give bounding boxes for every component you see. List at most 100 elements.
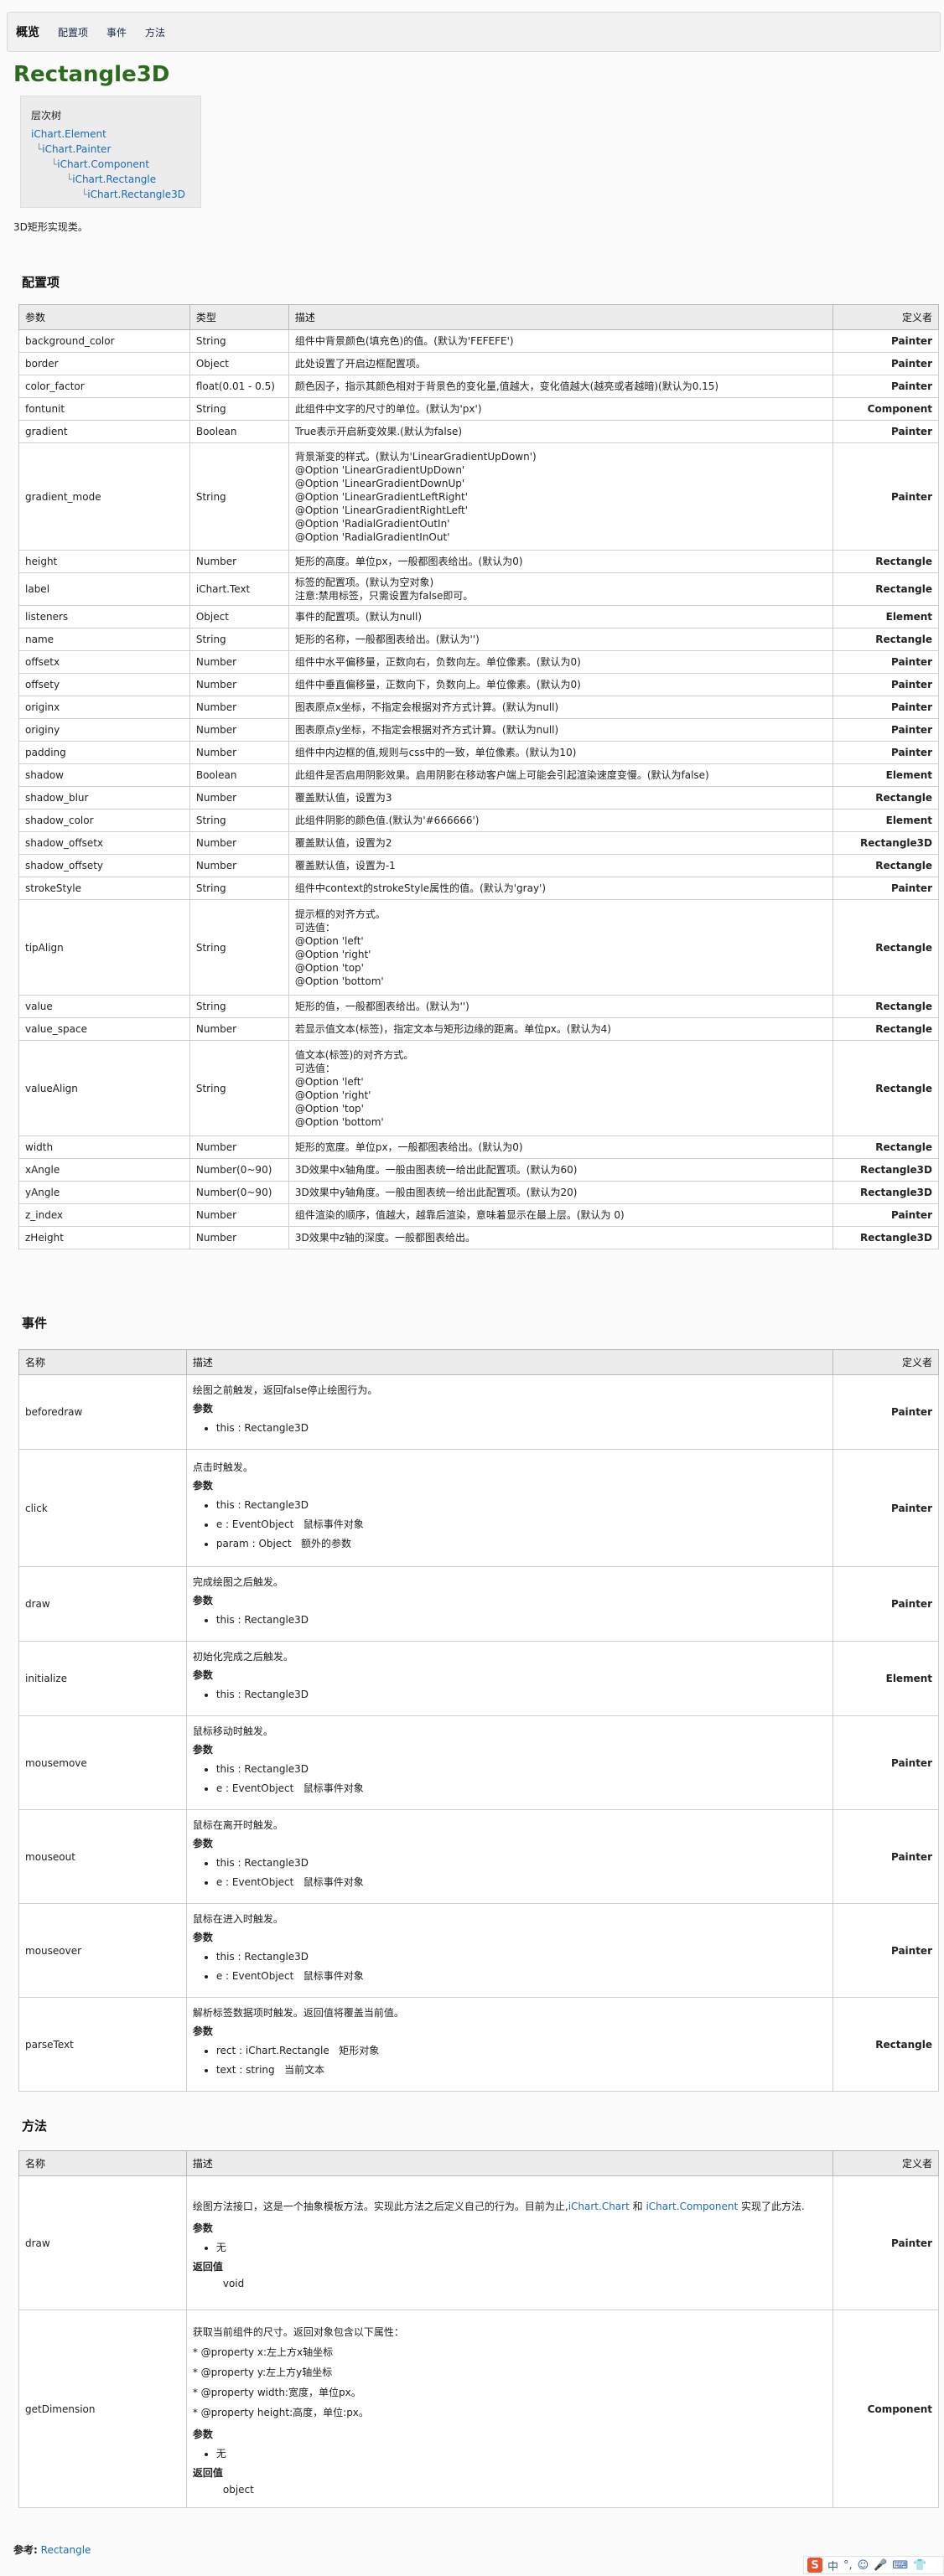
config-definer[interactable]: Painter: [832, 696, 939, 719]
params-label: 参数: [192, 1595, 213, 1606]
nav-overview[interactable]: 概览: [16, 23, 39, 40]
config-type: String: [189, 329, 289, 353]
config-definer[interactable]: Rectangle3D: [832, 1158, 939, 1182]
event-definer[interactable]: Painter: [832, 1715, 939, 1810]
method-name: getDimension: [18, 2310, 187, 2508]
event-row: mouseover 鼠标在进入时触发。参数this : Rectangle3D e …: [18, 1903, 939, 1998]
config-definer[interactable]: Rectangle: [832, 1040, 939, 1136]
config-definer[interactable]: Rectangle: [832, 1135, 939, 1159]
hierarchy-link-painter[interactable]: iChart.Painter: [42, 143, 111, 155]
config-definer[interactable]: Rectangle: [832, 550, 939, 573]
config-definer[interactable]: Element: [832, 763, 939, 787]
config-param-name: gradient_mode: [18, 442, 190, 551]
params-label: 参数: [192, 2025, 213, 2037]
config-row: shadow_offsetx Number 覆盖默认值，设置为2 Rectangle3…: [18, 831, 939, 855]
config-definer[interactable]: Painter: [832, 420, 939, 443]
see-also-link[interactable]: Rectangle: [41, 2544, 91, 2556]
component-class-link[interactable]: iChart.Component: [646, 2201, 738, 2212]
config-definer[interactable]: Rectangle: [832, 628, 939, 651]
config-type: float(0.01 - 0.5): [189, 375, 289, 398]
ime-toolbar[interactable]: S 中 °, ☺ 🎤 ⌨ 👕: [803, 2556, 944, 2574]
methods-table: 名称 描述 定义者 draw 绘图方法接口，这是一个抽象模板方法。实现此方法之后定…: [18, 2150, 939, 2508]
config-definer[interactable]: Rectangle: [832, 572, 939, 606]
hierarchy-link-rectangle[interactable]: iChart.Rectangle: [72, 173, 156, 185]
config-param-name: label: [18, 572, 190, 606]
col-header-desc: 描述: [185, 1349, 834, 1375]
method-definer[interactable]: Component: [832, 2310, 939, 2508]
method-name: draw: [18, 2175, 187, 2310]
keyboard-icon[interactable]: ⌨: [892, 2559, 908, 2572]
config-definer[interactable]: Rectangle: [832, 786, 939, 810]
event-definer[interactable]: Painter: [832, 1449, 939, 1567]
config-definer[interactable]: Painter: [832, 650, 939, 674]
config-row: valueAlign String 值文本(标签)的对齐方式。 可选值： @Opti…: [18, 1040, 939, 1136]
event-definer[interactable]: Painter: [832, 1809, 939, 1904]
ime-lang-label[interactable]: 中: [827, 2558, 838, 2573]
config-description: 若显示值文本(标签)，指定文本与矩形边缘的距离。单位px。(默认为4): [288, 1017, 834, 1041]
config-definer[interactable]: Rectangle3D: [832, 1226, 939, 1249]
config-definer[interactable]: Painter: [832, 741, 939, 764]
config-type: String: [189, 397, 289, 421]
config-param-name: offsetx: [18, 650, 190, 674]
event-description: 解析标签数据项时触发。返回值将覆盖当前值。参数rect : iChart.Rec…: [185, 1997, 834, 2092]
event-summary: 鼠标移动时触发。: [192, 1725, 273, 1737]
microphone-icon[interactable]: 🎤: [874, 2559, 887, 2572]
event-summary: 绘图之前触发，返回false停止绘图行为。: [192, 1384, 378, 1396]
nav-config[interactable]: 配置项: [58, 25, 88, 39]
config-definer[interactable]: Painter: [832, 375, 939, 398]
config-definer[interactable]: Rectangle3D: [832, 1181, 939, 1204]
event-summary: 点击时触发。: [192, 1461, 253, 1473]
config-type: String: [189, 628, 289, 651]
config-param-name: listeners: [18, 605, 190, 628]
nav-methods[interactable]: 方法: [145, 25, 165, 39]
config-definer[interactable]: Painter: [832, 442, 939, 551]
shirt-icon[interactable]: 👕: [913, 2559, 926, 2572]
config-definer[interactable]: Rectangle: [832, 854, 939, 877]
hierarchy-link-rectangle3d[interactable]: iChart.Rectangle3D: [87, 189, 185, 200]
config-row: shadow_offsety Number 覆盖默认值，设置为-1 Rectangle: [18, 854, 939, 877]
config-row: offsetx Number 组件中水平偏移量，正数向右，负数向左。单位像素。(默认…: [18, 650, 939, 674]
method-summary-text: 和: [629, 2200, 646, 2212]
hierarchy-link-element[interactable]: iChart.Element: [31, 128, 106, 140]
event-definer[interactable]: Painter: [832, 1374, 939, 1450]
config-definer[interactable]: Painter: [832, 1203, 939, 1227]
config-definer[interactable]: Painter: [832, 718, 939, 742]
emoji-icon[interactable]: ☺: [858, 2559, 869, 2572]
nav-events[interactable]: 事件: [106, 25, 127, 39]
config-definer[interactable]: Painter: [832, 352, 939, 375]
punctuation-icon[interactable]: °,: [843, 2559, 853, 2572]
config-row: offsety Number 组件中垂直偏移量，正数向下，负数向上。单位像素。(默认…: [18, 673, 939, 696]
config-param-name: originy: [18, 718, 190, 742]
col-header-type: 类型: [189, 304, 289, 330]
config-param-name: width: [18, 1135, 190, 1159]
config-definer[interactable]: Rectangle3D: [832, 831, 939, 855]
config-definer[interactable]: Element: [832, 809, 939, 832]
config-type: Number: [189, 1135, 289, 1159]
event-definer[interactable]: Rectangle: [832, 1997, 939, 2092]
config-type: Number: [189, 831, 289, 855]
chart-class-link[interactable]: iChart.Chart: [568, 2201, 630, 2212]
method-definer[interactable]: Painter: [832, 2175, 939, 2310]
config-definer[interactable]: Element: [832, 605, 939, 628]
config-param-name: height: [18, 550, 190, 573]
config-param-name: valueAlign: [18, 1040, 190, 1136]
config-description: 组件中背景颜色(填充色)的值。(默认为'FEFEFE'): [288, 329, 834, 353]
config-definer[interactable]: Painter: [832, 329, 939, 353]
config-param-name: shadow_offsety: [18, 854, 190, 877]
event-definer[interactable]: Element: [832, 1641, 939, 1716]
config-row: name String 矩形的名称，一般都图表给出。(默认为'') Rectangle: [18, 628, 939, 651]
config-definer[interactable]: Component: [832, 397, 939, 421]
event-definer[interactable]: Painter: [832, 1566, 939, 1642]
config-definer[interactable]: Painter: [832, 673, 939, 696]
config-row: width Number 矩形的宽度。单位px，一般都图表给出。(默认为0) Rect…: [18, 1135, 939, 1159]
event-definer[interactable]: Painter: [832, 1903, 939, 1998]
config-definer[interactable]: Rectangle: [832, 1017, 939, 1041]
config-definer[interactable]: Rectangle: [832, 995, 939, 1018]
hierarchy-link-component[interactable]: iChart.Component: [57, 158, 149, 170]
ime-logo-icon[interactable]: S: [807, 2558, 822, 2573]
config-description: 组件中水平偏移量，正数向右，负数向左。单位像素。(默认为0): [288, 650, 834, 674]
config-type-link[interactable]: iChart.Text: [189, 572, 289, 606]
config-definer[interactable]: Rectangle: [832, 899, 939, 996]
event-description: 完成绘图之后触发。参数this : Rectangle3D: [185, 1566, 834, 1642]
config-definer[interactable]: Painter: [832, 877, 939, 900]
